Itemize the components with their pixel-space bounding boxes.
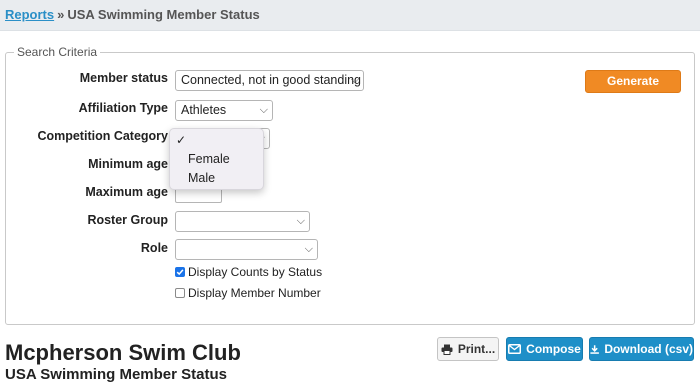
chevron-down-icon: ⌵ — [304, 243, 313, 255]
roster-group-select[interactable]: ⌵ — [175, 211, 310, 232]
competition-category-dropdown: ✓ Female Male — [169, 128, 264, 190]
search-criteria-legend: Search Criteria — [17, 45, 98, 59]
display-counts-checkbox[interactable] — [175, 267, 185, 277]
dropdown-option-male[interactable]: Male — [188, 171, 215, 185]
compose-button[interactable]: Compose — [506, 337, 583, 361]
chevron-down-icon: ⌵ — [259, 104, 268, 116]
envelope-icon — [508, 344, 522, 354]
roster-group-label: Roster Group — [87, 213, 168, 227]
chevron-down-icon: ⌵ — [296, 215, 305, 227]
display-member-number-label: Display Member Number — [188, 286, 321, 300]
competition-category-label: Competition Category — [37, 129, 168, 143]
display-counts-option[interactable]: Display Counts by Status — [175, 265, 322, 279]
affiliation-type-select[interactable]: Athletes ⌵ — [175, 100, 273, 121]
print-label: Print... — [457, 342, 496, 356]
breadcrumb-separator: » — [57, 7, 65, 22]
member-status-label: Member status — [79, 71, 168, 85]
compose-label: Compose — [526, 342, 581, 356]
report-title: USA Swimming Member Status — [5, 366, 227, 383]
breadcrumb-reports-link[interactable]: Reports — [5, 7, 54, 22]
role-label: Role — [140, 241, 168, 255]
display-member-number-checkbox[interactable] — [175, 288, 185, 298]
breadcrumb: Reports» USA Swimming Member Status — [5, 7, 260, 22]
affiliation-type-label: Affiliation Type — [78, 101, 168, 115]
display-counts-label: Display Counts by Status — [188, 265, 323, 279]
dropdown-option-female[interactable]: Female — [188, 152, 230, 166]
member-status-value: Connected, not in good standing — [181, 73, 361, 87]
top-bar: Reports» USA Swimming Member Status — [0, 0, 700, 31]
minimum-age-label: Minimum age — [88, 157, 168, 171]
print-button[interactable]: Print... — [437, 337, 499, 361]
generate-report-button[interactable]: Generate Report — [585, 70, 681, 109]
download-label: Download (csv) — [604, 342, 693, 356]
affiliation-type-value: Athletes — [181, 103, 227, 117]
download-icon — [590, 344, 599, 354]
maximum-age-label: Maximum age — [85, 185, 168, 199]
role-select[interactable]: ⌵ — [175, 239, 318, 260]
chevron-down-icon: ⌵ — [350, 74, 359, 86]
breadcrumb-current: USA Swimming Member Status — [67, 7, 260, 22]
checkmark-icon: ✓ — [176, 133, 187, 147]
download-csv-button[interactable]: Download (csv) — [589, 337, 694, 361]
printer-icon — [441, 344, 453, 355]
member-status-select[interactable]: Connected, not in good standing ⌵ — [175, 70, 364, 91]
club-name: Mcpherson Swim Club — [5, 340, 241, 365]
display-member-number-option[interactable]: Display Member Number — [175, 286, 321, 300]
